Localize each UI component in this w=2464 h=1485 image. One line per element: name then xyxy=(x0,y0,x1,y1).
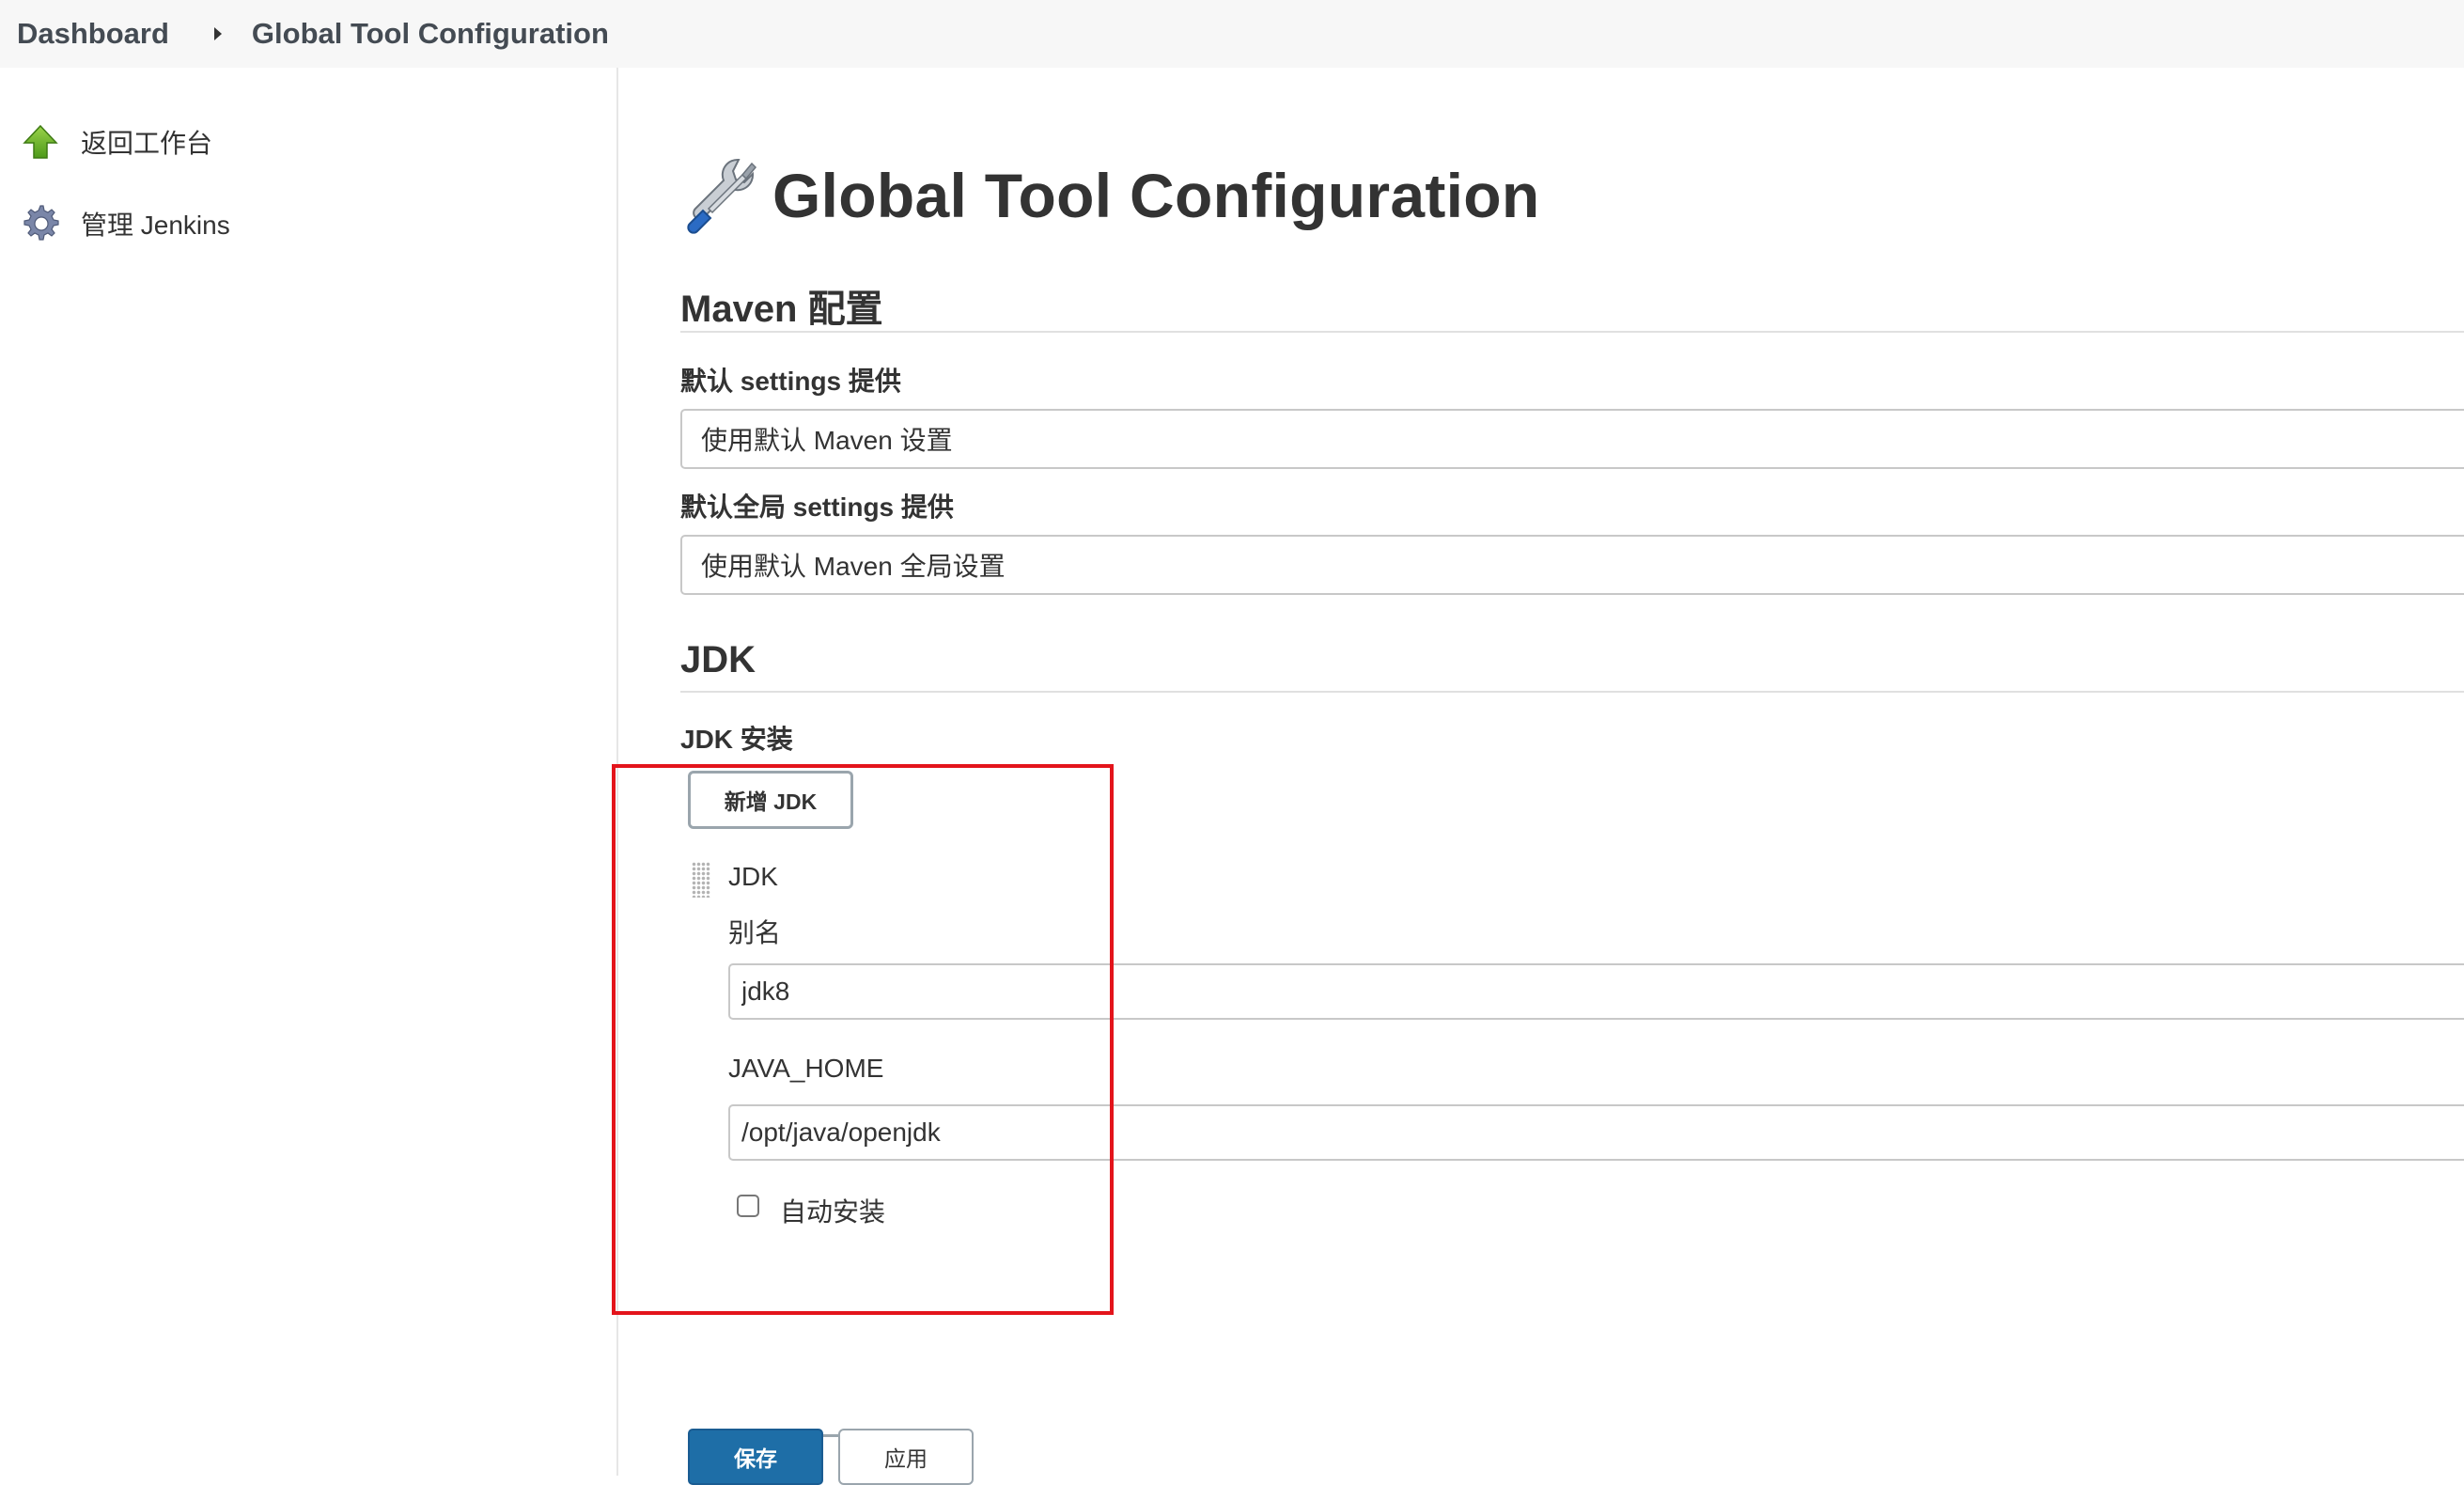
default-settings-selected-value: 使用默认 Maven 设置 xyxy=(701,426,953,455)
jdk-entry-header: JDK xyxy=(728,862,778,891)
sidebar-item-label: 管理 Jenkins xyxy=(81,211,230,240)
breadcrumb-dashboard[interactable]: Dashboard xyxy=(17,17,169,51)
add-jdk-button[interactable]: 新增 JDK xyxy=(688,771,853,829)
auto-install-checkbox[interactable] xyxy=(737,1195,759,1217)
gear-icon xyxy=(19,202,62,245)
sidebar-item-label: 返回工作台 xyxy=(81,129,213,158)
maven-section-title: Maven 配置 xyxy=(680,289,883,330)
default-settings-label: 默认 settings 提供 xyxy=(680,367,901,396)
auto-install-label: 自动安装 xyxy=(780,1197,886,1227)
jdk-alias-input[interactable] xyxy=(728,963,2464,1020)
jdk-install-label: JDK 安装 xyxy=(680,725,793,754)
breadcrumb: Dashboard Global Tool Configuration xyxy=(0,0,2464,68)
default-settings-select[interactable]: 使用默认 Maven 设置 xyxy=(680,409,2464,469)
sidebar: 返回工作台 管理 Jenkins xyxy=(0,68,618,1476)
page-header: Global Tool Configuration xyxy=(680,150,1539,240)
sidebar-item-manage-jenkins[interactable]: 管理 Jenkins xyxy=(19,202,230,245)
apply-button[interactable]: 应用 xyxy=(838,1429,974,1485)
jdk-section-title: JDK xyxy=(680,639,756,680)
drag-handle-icon[interactable] xyxy=(692,862,710,898)
breadcrumb-separator-icon xyxy=(213,27,222,40)
global-settings-label: 默认全局 settings 提供 xyxy=(680,492,954,522)
jdk-section-divider xyxy=(680,691,2464,693)
page-title: Global Tool Configuration xyxy=(772,160,1540,230)
global-settings-selected-value: 使用默认 Maven 全局设置 xyxy=(701,552,1006,581)
breadcrumb-global-tool-configuration[interactable]: Global Tool Configuration xyxy=(252,17,609,51)
tools-icon xyxy=(680,150,765,240)
save-button[interactable]: 保存 xyxy=(688,1429,823,1485)
java-home-input[interactable] xyxy=(728,1104,2464,1161)
sidebar-item-back-to-dashboard[interactable]: 返回工作台 xyxy=(19,120,212,164)
jdk-alias-label: 别名 xyxy=(728,918,782,947)
global-settings-select[interactable]: 使用默认 Maven 全局设置 xyxy=(680,535,2464,595)
maven-section-divider xyxy=(680,331,2464,333)
java-home-label: JAVA_HOME xyxy=(728,1054,884,1083)
highlight-annotation-box xyxy=(612,764,1114,1315)
up-arrow-icon xyxy=(19,120,62,164)
